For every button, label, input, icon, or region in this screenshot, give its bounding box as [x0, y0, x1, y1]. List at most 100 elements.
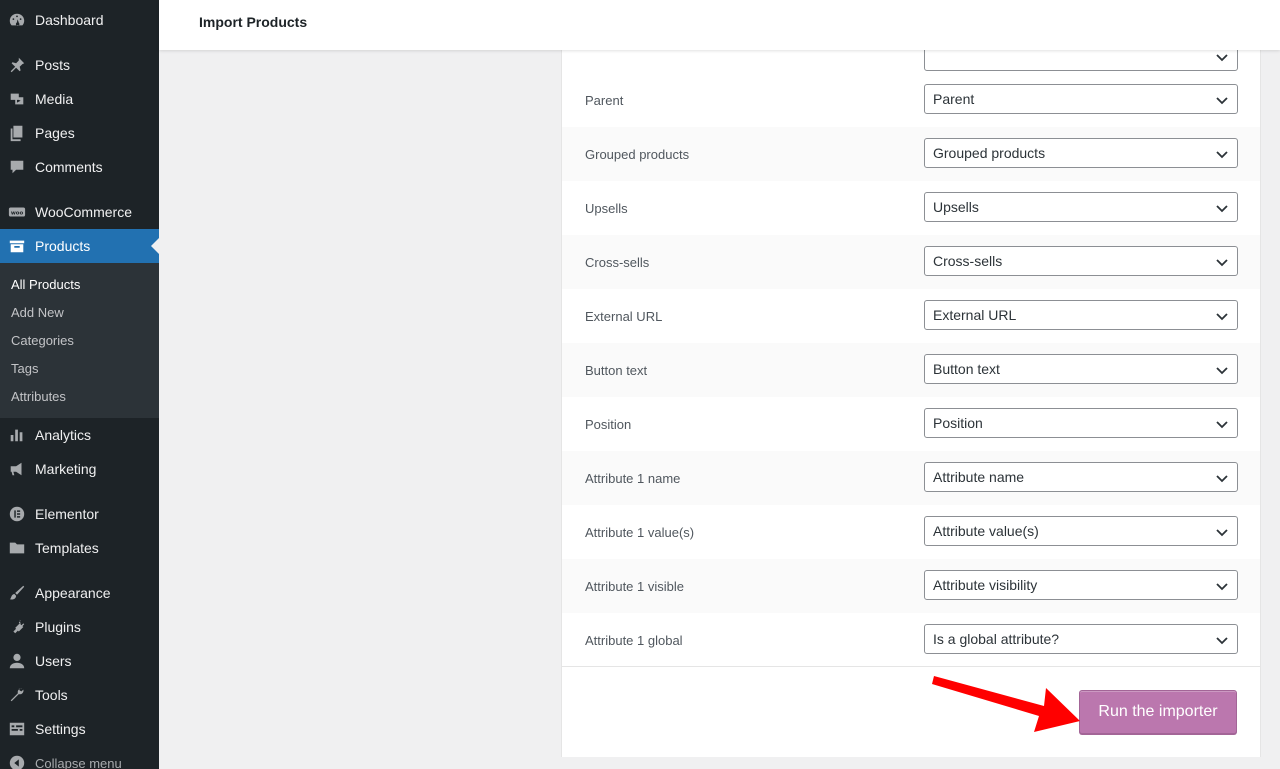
mapping-select[interactable]: Is a global attribute?: [924, 624, 1238, 654]
sidebar-item-label: Elementor: [35, 506, 99, 522]
submenu-categories[interactable]: Categories: [11, 333, 74, 348]
sidebar-item-posts[interactable]: Posts: [0, 48, 159, 82]
mapping-field-label: Attribute 1 value(s): [585, 525, 695, 540]
chevron-down-icon: [1215, 633, 1229, 647]
mapping-field-label: Button text: [585, 363, 648, 378]
mapping-select-value: Cross-sells: [933, 253, 1003, 269]
red-arrow-icon: [932, 676, 1080, 732]
sidebar-item-label: Posts: [35, 57, 71, 73]
submenu-attributes[interactable]: Attributes: [11, 389, 66, 404]
woo-icon: woo: [7, 202, 27, 222]
elementor-icon: [7, 504, 27, 524]
collapse-arrow-icon: [7, 753, 27, 769]
sidebar-item-users[interactable]: Users: [0, 644, 159, 678]
submenu-add-new[interactable]: Add New: [11, 305, 64, 320]
chart-bar-icon: [7, 425, 27, 445]
submenu-tags[interactable]: Tags: [11, 361, 38, 376]
sidebar-item-elementor[interactable]: Elementor: [0, 497, 159, 531]
mapping-field-label: Position: [585, 417, 632, 432]
mapping-select[interactable]: Cross-sells: [924, 246, 1238, 276]
sidebar-item-label: Comments: [35, 159, 103, 175]
sidebar-item-label: Appearance: [35, 585, 111, 601]
table-row: Attribute 1 global Is a global attribute?: [562, 613, 1260, 667]
sidebar-item-appearance[interactable]: Appearance: [0, 576, 159, 610]
sidebar-item-dashboard[interactable]: Dashboard: [0, 3, 159, 37]
mapping-select[interactable]: Parent: [924, 84, 1238, 114]
chevron-down-icon: [1215, 50, 1229, 64]
table-row: Upsells Upsells: [562, 181, 1260, 235]
sidebar-item-label: Users: [35, 653, 72, 669]
table-row: Parent Parent: [562, 73, 1260, 127]
mapping-select[interactable]: Attribute name: [924, 462, 1238, 492]
table-row: Cross-sells Cross-sells: [562, 235, 1260, 289]
mapping-field-label: Parent: [585, 93, 624, 108]
table-row: External URL External URL: [562, 289, 1260, 343]
brush-icon: [7, 583, 27, 603]
sidebar-item-tools[interactable]: Tools: [0, 678, 159, 712]
sidebar-item-templates[interactable]: Templates: [0, 531, 159, 565]
admin-sidebar: Dashboard Posts Media Pages Comments woo…: [0, 0, 159, 769]
sidebar-item-marketing[interactable]: Marketing: [0, 452, 159, 486]
submenu-all-products[interactable]: All Products: [11, 277, 80, 292]
mapping-field-label: Attribute 1 visible: [585, 579, 684, 594]
page-header: Import Products: [159, 0, 1280, 50]
chevron-down-icon: [1215, 471, 1229, 485]
mapping-field-label: Attribute 1 global: [585, 633, 683, 648]
sidebar-item-comments[interactable]: Comments: [0, 150, 159, 184]
chevron-down-icon: [1215, 201, 1229, 215]
table-row: Position Position: [562, 397, 1260, 451]
dashboard-icon: [7, 10, 27, 30]
mapping-field-label: Upsells: [585, 201, 628, 216]
mapping-select[interactable]: Position: [924, 408, 1238, 438]
table-row: Button text Button text: [562, 343, 1260, 397]
sidebar-item-analytics[interactable]: Analytics: [0, 418, 159, 452]
mapping-select-value: Is a global attribute?: [933, 631, 1060, 647]
mapping-select-value: Grouped products: [933, 145, 1046, 161]
table-row: Attribute 1 name Attribute name: [562, 451, 1260, 505]
media-icon: [7, 89, 27, 109]
mapping-field-label: External URL: [585, 309, 663, 324]
panel-footer: Run the importer: [562, 666, 1260, 757]
mapping-select[interactable]: Grouped products: [924, 138, 1238, 168]
chevron-down-icon: [1215, 255, 1229, 269]
sidebar-item-label: Templates: [35, 540, 99, 556]
chevron-down-icon: [1215, 363, 1229, 377]
mapping-select-value: Attribute value(s): [933, 523, 1039, 539]
sidebar-item-media[interactable]: Media: [0, 82, 159, 116]
mapping-select[interactable]: Button text: [924, 354, 1238, 384]
folder-icon: [7, 538, 27, 558]
wrench-icon: [7, 685, 27, 705]
svg-text:woo: woo: [11, 210, 24, 216]
mapping-select-value: External URL: [933, 307, 1017, 323]
megaphone-icon: [7, 459, 27, 479]
settings-icon: [7, 719, 27, 739]
products-submenu: All Products Add New Categories Tags Att…: [0, 263, 159, 418]
chevron-down-icon: [1215, 93, 1229, 107]
column-mapping-panel: Parent Parent Grouped products Grouped prod…: [561, 41, 1261, 757]
table-row: Attribute 1 value(s) Attribute value(s): [562, 505, 1260, 559]
collapse-menu-button[interactable]: Collapse menu: [0, 746, 159, 769]
run-importer-button[interactable]: Run the importer: [1079, 690, 1237, 734]
pages-icon: [7, 123, 27, 143]
mapping-select[interactable]: Attribute visibility: [924, 570, 1238, 600]
sidebar-item-label: Media: [35, 91, 74, 107]
sidebar-item-label: Analytics: [35, 427, 92, 443]
sidebar-item-label: Settings: [35, 721, 86, 737]
sidebar-item-products[interactable]: Products: [0, 229, 159, 263]
mapping-field-label: Grouped products: [585, 147, 690, 162]
chevron-down-icon: [1215, 309, 1229, 323]
sidebar-item-pages[interactable]: Pages: [0, 116, 159, 150]
table-row: Attribute 1 visible Attribute visibility: [562, 559, 1260, 613]
mapping-select[interactable]: Attribute value(s): [924, 516, 1238, 546]
mapping-select-value: Button text: [933, 361, 1000, 377]
sidebar-item-label: Marketing: [35, 461, 97, 477]
sidebar-item-plugins[interactable]: Plugins: [0, 610, 159, 644]
sidebar-item-label: Tools: [35, 687, 68, 703]
mapping-select[interactable]: Upsells: [924, 192, 1238, 222]
table-row: Grouped products Grouped products: [562, 127, 1260, 181]
chevron-down-icon: [1215, 417, 1229, 431]
sidebar-item-woocommerce[interactable]: woo WooCommerce: [0, 195, 159, 229]
mapping-select[interactable]: External URL: [924, 300, 1238, 330]
sidebar-item-settings[interactable]: Settings: [0, 712, 159, 746]
sidebar-item-label: Dashboard: [35, 12, 104, 28]
